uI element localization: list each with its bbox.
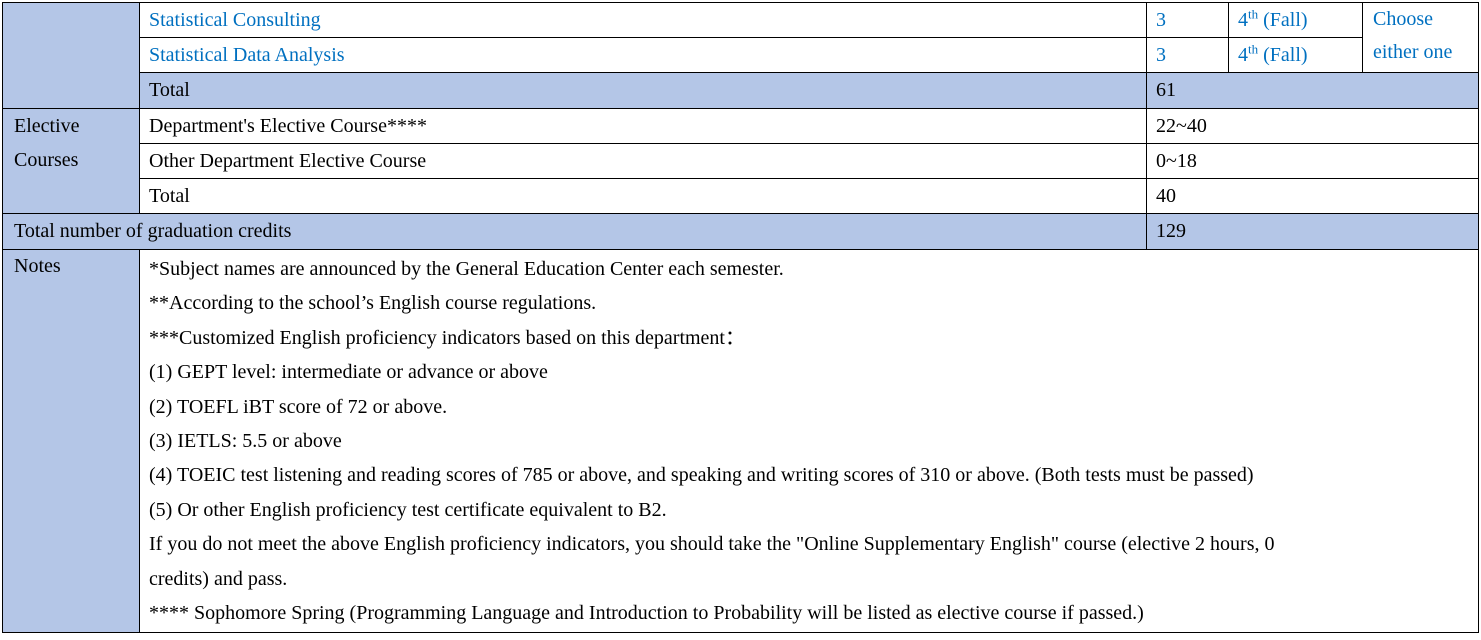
note-line: If you do not meet the above English pro… <box>149 533 1275 556</box>
course-semester: 4th (Fall) <box>1228 37 1363 73</box>
table-row-total: Total 61 <box>3 72 1479 109</box>
note-line: (2) TOEFL iBT score of 72 or above. <box>149 395 448 418</box>
note-line: (1) GEPT level: intermediate or advance … <box>149 361 548 384</box>
total-credits: 40 <box>1146 178 1479 214</box>
note-line: (5) Or other English proficiency test ce… <box>149 498 667 521</box>
course-semester: 4th (Fall) <box>1228 2 1363 38</box>
category-label: Courses <box>14 149 79 171</box>
course-credits: 3 <box>1146 37 1229 73</box>
course-name: Department's Elective Course**** <box>139 108 1147 144</box>
course-name: Other Department Elective Course <box>139 143 1147 179</box>
total-label: Total <box>139 72 1147 109</box>
note-line: *Subject names are announced by the Gene… <box>149 258 784 280</box>
table-row-graduation: Total number of graduation credits 129 <box>2 213 1479 250</box>
total-credits: 61 <box>1146 72 1479 109</box>
note-line: ***Customized English proficiency indica… <box>149 326 745 349</box>
note-line: (3) IETLS: 5.5 or above <box>149 430 342 453</box>
table-row: Statistical Consulting 3 4th (Fall) Choo… <box>2 2 1479 109</box>
table-row-notes: Notes *Subject names are announced by th… <box>2 248 1479 634</box>
notes-body: *Subject names are announced by the Gene… <box>139 248 1479 634</box>
note-line: credits) and pass. <box>149 567 288 590</box>
notes-label: Notes <box>2 248 140 634</box>
course-credits: 22~40 <box>1146 108 1479 144</box>
total-label: Total <box>139 178 1147 214</box>
table-row: Other Department Elective Course 0~18 <box>3 143 1479 179</box>
table-row: Statistical Data Analysis 3 4th (Fall) <box>3 37 1479 73</box>
category-cell-elective: Elective Courses <box>2 108 140 214</box>
course-name: Statistical Consulting <box>139 2 1147 38</box>
curriculum-table: Statistical Consulting 3 4th (Fall) Choo… <box>2 2 1479 634</box>
choose-note: Choose either one <box>1362 2 1479 73</box>
category-cell-required <box>2 2 140 109</box>
graduation-label: Total number of graduation credits <box>2 213 1147 250</box>
note-line: **According to the school’s English cour… <box>149 292 597 315</box>
table-row: Elective Courses Department's Elective C… <box>2 108 1479 214</box>
note-line: (4) TOEIC test listening and reading sco… <box>149 464 1254 487</box>
table-row-total: Total 40 <box>3 178 1479 214</box>
course-name: Statistical Data Analysis <box>139 37 1147 73</box>
course-credits: 0~18 <box>1146 143 1479 179</box>
category-label: Elective <box>14 115 80 137</box>
graduation-credits: 129 <box>1146 213 1479 250</box>
course-credits: 3 <box>1146 2 1229 38</box>
note-line: **** Sophomore Spring (Programming Langu… <box>149 602 1144 625</box>
